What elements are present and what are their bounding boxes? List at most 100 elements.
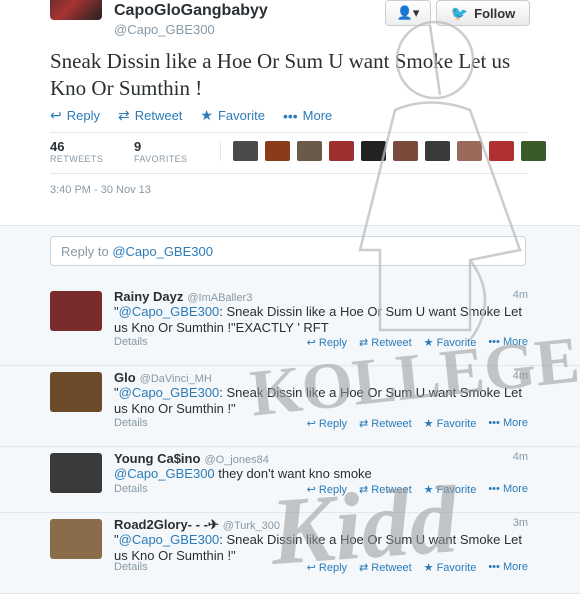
retweet-label: Retweet <box>371 484 412 496</box>
avatar[interactable] <box>233 141 258 161</box>
reply-mention[interactable]: @Capo_GBE300 <box>119 532 220 547</box>
retweet-button[interactable]: ⇄ Retweet <box>359 483 412 496</box>
favorite-button[interactable]: ★ Favorite <box>200 107 265 124</box>
favorite-button[interactable]: ★ Favorite <box>424 417 477 430</box>
reply-author-handle: @O_jones84 <box>204 454 269 466</box>
retweet-button[interactable]: ⇄ Retweet <box>359 336 412 349</box>
user-name[interactable]: CapoGloGangbabyy <box>114 2 268 20</box>
favorites-count: 9 <box>134 139 142 154</box>
reply-text: "@Capo_GBE300: Sneak Dissin like a Hoe O… <box>114 304 523 335</box>
retweet-button[interactable]: ⇄ Retweet <box>118 107 182 124</box>
reply-button[interactable]: ↩ Reply <box>307 417 347 430</box>
retweet-button[interactable]: ⇄ Retweet <box>359 417 412 430</box>
favorites-stat[interactable]: 9 FAVORITES <box>134 139 187 164</box>
favorite-button[interactable]: ★ Favorite <box>424 483 477 496</box>
favorite-label: Favorite <box>217 108 265 123</box>
reply-time[interactable]: 3m <box>513 517 528 529</box>
reply-time[interactable]: 4m <box>513 370 528 382</box>
favorites-label: FAVORITES <box>134 154 188 164</box>
reply-actions: ↩ Reply ⇄ Retweet ★ Favorite ••• More <box>307 561 528 574</box>
reply-button[interactable]: ↩ Reply <box>307 336 347 349</box>
user-menu-icon: 👤▾ <box>396 5 420 20</box>
reply-author[interactable]: Glo @DaVinci_MH <box>114 370 212 385</box>
details-link[interactable]: Details <box>114 336 148 348</box>
details-link[interactable]: Details <box>114 417 148 429</box>
reply-time[interactable]: 4m <box>513 289 528 301</box>
reply-prefix: Reply to <box>61 244 113 259</box>
list-item[interactable]: Young Ca$ino @O_jones84 4m @Capo_GBE300 t… <box>0 447 580 513</box>
favorite-label: Favorite <box>436 562 477 574</box>
retweet-icon: ⇄ <box>117 107 130 123</box>
reply-mention[interactable]: @Capo_GBE300 <box>114 466 215 481</box>
reply-mention[interactable]: @Capo_GBE300 <box>119 385 220 400</box>
star-icon: ★ <box>200 107 213 123</box>
more-label: More <box>302 108 333 123</box>
retweets-count: 46 <box>50 139 65 154</box>
more-button[interactable]: ••• More <box>488 417 528 430</box>
tweet-text: Sneak Dissin like a Hoe Or Sum U want Sm… <box>50 49 511 100</box>
reply-mention[interactable]: @Capo_GBE300 <box>119 304 220 319</box>
more-button[interactable]: ••• More <box>488 561 528 574</box>
retweet-label: Retweet <box>371 562 412 574</box>
reply-author[interactable]: Rainy Dayz @ImABaller3 <box>114 289 252 304</box>
retweet-label: Retweet <box>134 108 183 123</box>
avatar[interactable] <box>393 141 418 161</box>
favorite-button[interactable]: ★ Favorite <box>424 336 477 349</box>
tweet-timestamp[interactable]: 3:40 PM - 30 Nov 13 <box>50 184 151 196</box>
avatar[interactable] <box>521 141 546 161</box>
reply-time[interactable]: 4m <box>513 451 528 463</box>
bird-icon: 🐦 <box>450 4 469 21</box>
avatar[interactable] <box>297 141 322 161</box>
reply-author[interactable]: Road2Glory- - -✈ @Turk_300 <box>114 517 280 533</box>
more-label: More <box>502 561 528 573</box>
user-handle[interactable]: @Capo_GBE300 <box>114 22 215 37</box>
list-item[interactable]: Rainy Dayz @ImABaller3 4m "@Capo_GBE300: … <box>0 285 580 366</box>
retweet-label: Retweet <box>371 418 412 430</box>
reply-label: Reply <box>318 484 348 496</box>
main-tweet: CapoGloGangbabyy @Capo_GBE300 👤▾ 🐦 Follo… <box>0 0 580 225</box>
retweet-button[interactable]: ⇄ Retweet <box>359 561 412 574</box>
reply-author[interactable]: Young Ca$ino @O_jones84 <box>114 451 269 466</box>
reply-mention: @Capo_GBE300 <box>112 244 213 259</box>
reply-author-handle: @DaVinci_MH <box>139 373 212 385</box>
avatar[interactable] <box>265 141 290 161</box>
avatar[interactable] <box>50 372 102 412</box>
reply-author-handle: @ImABaller3 <box>187 292 253 304</box>
user-actions-button[interactable]: 👤▾ <box>385 0 431 26</box>
reply-author-name: Rainy Dayz <box>114 289 184 304</box>
details-link[interactable]: Details <box>114 483 148 495</box>
reply-input[interactable]: Reply to @Capo_GBE300 <box>50 236 526 266</box>
favorite-label: Favorite <box>436 337 477 349</box>
avatar[interactable] <box>489 141 514 161</box>
favorite-button[interactable]: ★ Favorite <box>424 561 477 574</box>
avatar[interactable] <box>457 141 482 161</box>
avatar[interactable] <box>50 453 102 493</box>
reply-button[interactable]: ↩ Reply <box>50 107 100 124</box>
more-label: More <box>502 483 528 495</box>
reply-label: Reply <box>66 108 100 123</box>
reply-author-handle: @Turk_300 <box>222 520 281 532</box>
avatar[interactable] <box>361 141 386 161</box>
reply-button[interactable]: ↩ Reply <box>307 561 347 574</box>
retweets-label: RETWEETS <box>50 154 104 164</box>
more-button[interactable]: ••• More <box>283 107 332 124</box>
reply-text: @Capo_GBE300 they don't want kno smoke <box>114 466 534 482</box>
follow-button[interactable]: 🐦 Follow <box>436 0 530 26</box>
more-button[interactable]: ••• More <box>488 483 528 496</box>
more-label: More <box>502 336 528 348</box>
list-item[interactable]: Glo @DaVinci_MH 4m "@Capo_GBE300: Sneak D… <box>0 366 580 447</box>
avatar[interactable] <box>425 141 450 161</box>
list-item[interactable]: Road2Glory- - -✈ @Turk_300 3m "@Capo_GBE3… <box>0 513 580 594</box>
more-button[interactable]: ••• More <box>488 336 528 349</box>
reply-composer-area: Reply to @Capo_GBE300 <box>0 225 580 287</box>
retweet-label: Retweet <box>371 337 412 349</box>
avatar[interactable] <box>50 0 102 20</box>
reply-button[interactable]: ↩ Reply <box>307 483 347 496</box>
reply-label: Reply <box>318 337 348 349</box>
retweets-stat[interactable]: 46 RETWEETS <box>50 139 103 164</box>
avatar[interactable] <box>50 291 102 331</box>
avatar[interactable] <box>329 141 354 161</box>
reply-label: Reply <box>318 562 348 574</box>
details-link[interactable]: Details <box>114 561 148 573</box>
avatar[interactable] <box>50 519 102 559</box>
